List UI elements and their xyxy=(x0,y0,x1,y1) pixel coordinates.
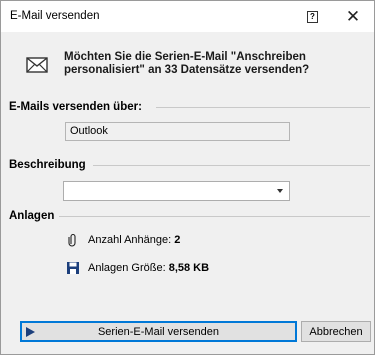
cancel-button-label: Abbrechen xyxy=(309,325,363,338)
attachments-divider xyxy=(59,216,370,217)
cancel-button[interactable]: Abbrechen xyxy=(301,321,371,342)
help-icon: ? xyxy=(307,10,318,23)
dialog-content: Möchten Sie die Serien-E-Mail "Anschreib… xyxy=(1,32,374,354)
send-via-divider xyxy=(156,107,370,108)
save-disk-icon xyxy=(67,261,79,275)
close-icon: ✕ xyxy=(345,7,361,26)
envelope-icon xyxy=(26,57,48,73)
paperclip-icon xyxy=(67,233,79,247)
attachment-count-row: Anzahl Anhänge: 2 xyxy=(67,233,180,247)
send-via-field: Outlook xyxy=(65,122,290,141)
send-via-label: E-Mails versenden über: xyxy=(9,101,142,113)
description-label: Beschreibung xyxy=(9,159,86,171)
play-icon xyxy=(26,327,35,337)
send-serial-email-button[interactable]: Serien-E-Mail versenden xyxy=(20,321,297,342)
window-title: E-Mail versenden xyxy=(10,10,100,22)
question-line-1: Möchten Sie die Serien-E-Mail "Anschreib… xyxy=(64,51,306,63)
question-text: Möchten Sie die Serien-E-Mail "Anschreib… xyxy=(64,51,309,77)
attachment-count-value: 2 xyxy=(174,234,181,246)
send-via-value: Outlook xyxy=(70,125,108,137)
question-line-2: personalisiert" an 33 Datensätze versend… xyxy=(64,64,310,76)
attachment-count-text: Anzahl Anhänge: 2 xyxy=(88,234,181,246)
send-button-label: Serien-E-Mail versenden xyxy=(97,325,220,338)
description-dropdown[interactable] xyxy=(63,181,290,201)
attachments-label: Anlagen xyxy=(9,210,55,222)
email-send-dialog: E-Mail versenden ? ✕ Möchten Sie die Ser… xyxy=(0,0,375,355)
description-divider xyxy=(93,165,370,166)
attachment-size-row: Anlagen Größe: 8,58 KB xyxy=(67,261,209,275)
help-button[interactable]: ? xyxy=(304,8,321,25)
chevron-down-icon xyxy=(277,189,283,193)
attachment-size-value: 8,58 KB xyxy=(168,262,210,274)
close-button[interactable]: ✕ xyxy=(342,7,364,27)
title-bar: E-Mail versenden ? ✕ xyxy=(1,1,374,32)
attachment-size-text: Anlagen Größe: 8,58 KB xyxy=(88,262,210,274)
